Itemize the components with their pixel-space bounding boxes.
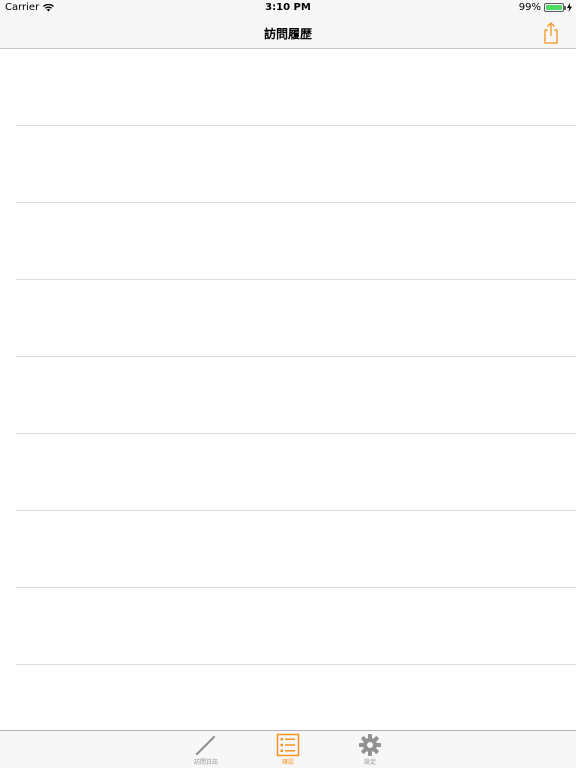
table-row[interactable] xyxy=(0,49,576,126)
visit-history-table xyxy=(0,49,576,730)
battery-percent: 99% xyxy=(518,2,541,13)
table-row[interactable] xyxy=(0,280,576,357)
tab-label-settings: 設定 xyxy=(363,759,376,766)
page-title: 訪問履歴 xyxy=(263,27,312,41)
table-row[interactable] xyxy=(0,357,576,434)
status-time: 3:10 PM xyxy=(265,2,311,13)
battery-tip xyxy=(564,6,566,10)
gear-icon xyxy=(359,734,381,756)
tab-bar: 訪問日誌 確認 設定 xyxy=(0,730,576,768)
list-icon xyxy=(276,733,300,757)
table-row[interactable] xyxy=(0,511,576,588)
share-icon xyxy=(544,22,558,44)
table-row[interactable] xyxy=(0,588,576,665)
table-row[interactable] xyxy=(0,434,576,511)
tab-confirm[interactable]: 確認 xyxy=(247,731,329,768)
battery-icon xyxy=(544,3,566,12)
tab-settings[interactable]: 設定 xyxy=(329,731,411,768)
status-right: 99% xyxy=(519,2,572,13)
table-row[interactable] xyxy=(0,203,576,280)
navigation-bar: 訪問履歴 xyxy=(0,17,576,49)
charging-bolt-icon xyxy=(567,3,572,12)
table-row[interactable] xyxy=(0,126,576,203)
share-button[interactable] xyxy=(540,21,562,45)
tab-label-visit-log: 訪問日誌 xyxy=(193,759,218,766)
tab-visit-log[interactable]: 訪問日誌 xyxy=(165,731,247,768)
tab-label-confirm: 確認 xyxy=(281,759,294,766)
battery-fill xyxy=(546,5,562,10)
status-bar: Carrier 3:10 PM 99% xyxy=(0,0,576,17)
pencil-icon xyxy=(195,735,216,756)
